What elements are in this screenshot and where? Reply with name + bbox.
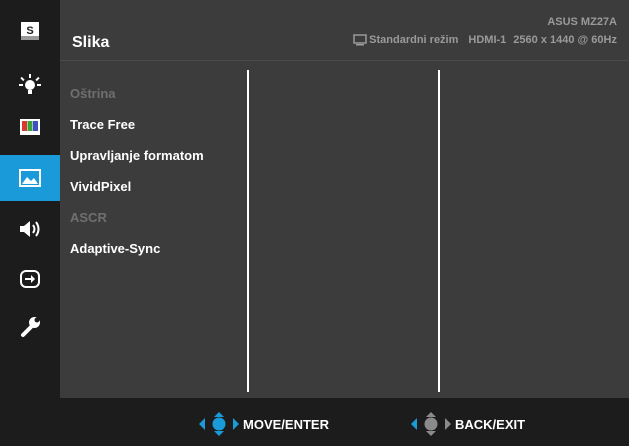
mode-label: Standardni režim [369,34,459,46]
menu-item-adaptive-sync[interactable]: Adaptive-Sync [70,239,250,270]
sidebar-item-input-select[interactable] [0,256,60,302]
monitor-icon [353,34,367,46]
header-divider [60,60,629,61]
back-exit-button[interactable]: BACK/EXIT [411,412,525,436]
sidebar-item-splendid[interactable]: S [0,8,60,54]
menu-item-ascr: ASCR [70,210,107,225]
menu-item-trace-free[interactable]: Trace Free [70,115,250,146]
menu-item-aspect-control[interactable]: Upravljanje formatom [70,146,250,177]
resolution-label: 2560 x 1440 @ 60Hz [513,34,617,46]
move-enter-label: MOVE/ENTER [243,416,329,432]
speaker-icon [20,221,40,237]
bulb-icon [19,74,41,94]
main-panel: Slika ASUS MZ27A Standardni režim HDMI-1… [60,0,629,398]
move-enter-button[interactable]: MOVE/ENTER [199,412,329,436]
wrench-icon [21,317,40,337]
input-label: HDMI-1 [468,34,507,46]
back-exit-label: BACK/EXIT [455,416,526,432]
column-divider-2 [438,70,440,392]
s-icon: S [21,22,39,40]
sidebar-item-color[interactable] [0,104,60,150]
menu-item-vividpixel[interactable]: VividPixel [70,177,250,208]
osd-window: S Slika ASUS MZ27A Standardni režim HDMI… [0,0,629,446]
color-bars-icon [20,119,40,135]
svg-text:S: S [26,25,33,37]
sidebar-item-blue-light-filter[interactable] [0,62,60,108]
back-navigation-icon [411,412,451,436]
sidebar-item-system-setup[interactable] [0,304,60,350]
footer-bar: MOVE/ENTER BACK/EXIT [0,398,629,446]
picture-icon [19,169,41,187]
sidebar-item-sound[interactable] [0,206,60,252]
image-menu: Oštrina Trace Free Upravljanje formatom … [70,84,250,270]
sidebar-item-image[interactable] [0,155,60,201]
status-bar: Standardni režim HDMI-1 2560 x 1440 @ 60… [353,34,617,46]
model-name: ASUS MZ27A [547,16,617,28]
five-way-navigation-icon [199,412,239,436]
column-divider-1 [247,70,249,392]
sidebar: S [0,0,60,398]
page-title: Slika [72,34,110,51]
input-icon [20,270,40,288]
menu-item-sharpness: Oštrina [70,86,116,101]
